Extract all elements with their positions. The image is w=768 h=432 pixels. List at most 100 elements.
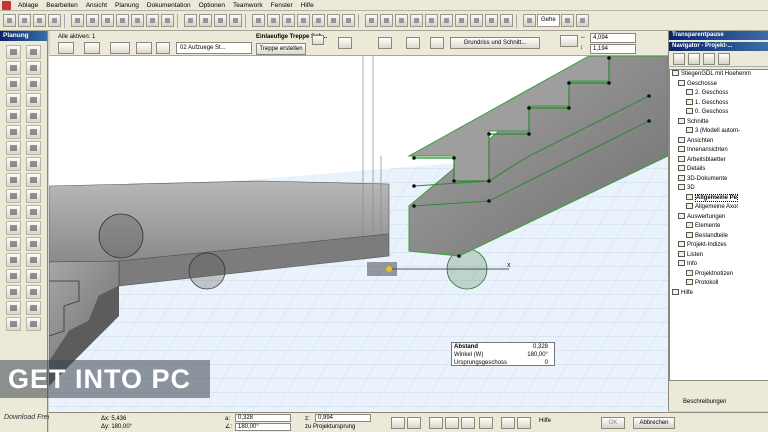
eyedropper-icon[interactable] xyxy=(161,14,174,27)
arrow-tool-icon[interactable] xyxy=(6,45,21,59)
input-mode-button[interactable] xyxy=(501,417,515,429)
view-section-icon[interactable] xyxy=(380,14,393,27)
trace-icon[interactable] xyxy=(523,14,536,27)
tree-item[interactable]: 3 (Modell autom- xyxy=(670,127,768,137)
dimension-field-1[interactable]: 4,094 xyxy=(590,33,636,43)
tracker-value[interactable]: 0,328 xyxy=(514,343,548,351)
figure-tool-icon[interactable] xyxy=(6,269,21,283)
redo-icon[interactable] xyxy=(131,14,144,27)
anchor-button[interactable] xyxy=(560,35,578,47)
tree-item[interactable]: Elemente xyxy=(670,222,768,232)
input-mode-button[interactable] xyxy=(461,417,475,429)
create-stair-button[interactable]: Treppe erstellen xyxy=(256,43,306,55)
marquee-tool-icon[interactable] xyxy=(26,45,41,59)
view-plan-icon[interactable] xyxy=(395,14,408,27)
pencil-icon[interactable] xyxy=(146,14,159,27)
layout-book-icon[interactable] xyxy=(703,52,715,65)
view-option-button[interactable] xyxy=(338,37,352,49)
cancel-button[interactable]: Abbrechen xyxy=(633,417,675,429)
tree-item[interactable]: StiegenGDL mit Hoehenm xyxy=(670,70,768,80)
tree-item-selected[interactable]: Allgemeine Pe xyxy=(670,193,768,204)
plan-section-button[interactable]: Grundriss und Schnitt... xyxy=(450,37,540,49)
stair-settings-button[interactable] xyxy=(136,42,152,54)
input-mode-button[interactable] xyxy=(429,417,443,429)
mesh-tool-icon[interactable] xyxy=(6,141,21,155)
snap-icon[interactable] xyxy=(184,14,197,27)
menu-hilfe[interactable]: Hilfe xyxy=(297,0,318,11)
close-icon[interactable] xyxy=(282,14,295,27)
paste-icon[interactable] xyxy=(101,14,114,27)
copy-icon[interactable] xyxy=(86,14,99,27)
tree-item[interactable]: 1. Geschoss xyxy=(670,98,768,109)
new-icon[interactable] xyxy=(3,14,16,27)
hotspot-tool-icon[interactable] xyxy=(6,253,21,267)
grid-tool-icon[interactable] xyxy=(26,317,41,331)
prev-button[interactable] xyxy=(312,35,324,45)
camera-tool-icon[interactable] xyxy=(26,269,41,283)
zone-tool-icon[interactable] xyxy=(26,141,41,155)
pan-icon[interactable] xyxy=(500,14,513,27)
cancel-x-button[interactable] xyxy=(156,42,170,54)
tracker-value[interactable]: 180,00° xyxy=(514,351,548,359)
tree-item[interactable]: Arbeitsblaetter xyxy=(670,155,768,166)
menu-fenster[interactable]: Fenster xyxy=(267,0,297,11)
elevate-icon[interactable] xyxy=(342,14,355,27)
project-map-icon[interactable] xyxy=(673,52,685,65)
menu-ablage[interactable]: Ablage xyxy=(14,0,42,11)
undo-icon[interactable] xyxy=(116,14,129,27)
input-mode-button[interactable] xyxy=(479,417,493,429)
tree-item[interactable]: Projektnotizen xyxy=(670,269,768,280)
3d-scene[interactable]: x xyxy=(49,56,668,412)
view-map-icon[interactable] xyxy=(688,52,700,65)
tree-item[interactable]: 0. Geschoss xyxy=(670,108,768,118)
print-icon[interactable] xyxy=(48,14,61,27)
navigator-tree[interactable]: StiegenGDL mit Hoehenm Geschosse 2. Gesc… xyxy=(669,69,768,381)
tree-item[interactable]: Details xyxy=(670,165,768,175)
coord-field-angle[interactable]: 180,00° xyxy=(235,423,291,431)
render-icon[interactable] xyxy=(425,14,438,27)
view-option-button[interactable] xyxy=(406,37,420,49)
section-tool-icon[interactable] xyxy=(6,285,21,299)
coord-field-z[interactable]: 0,994 xyxy=(315,414,371,422)
input-mode-button[interactable] xyxy=(517,417,531,429)
menu-teamwork[interactable]: Teamwork xyxy=(229,0,267,11)
tree-item[interactable]: Auswertungen xyxy=(670,212,768,223)
selection-arrow-button[interactable] xyxy=(58,42,74,54)
menu-bearbeiten[interactable]: Bearbeiten xyxy=(42,0,81,11)
input-mode-button[interactable] xyxy=(445,417,459,429)
goto-dropdown[interactable]: Gehe xyxy=(537,14,560,27)
slab-tool-icon[interactable] xyxy=(6,109,21,123)
distribute-icon[interactable] xyxy=(267,14,280,27)
tracker-value[interactable]: 0 xyxy=(514,359,548,367)
tree-item[interactable]: Ansichten xyxy=(670,136,768,147)
open-icon[interactable] xyxy=(18,14,31,27)
tree-item[interactable]: Geschosse xyxy=(670,79,768,90)
descriptions-label[interactable]: Beschreibungen xyxy=(669,395,768,409)
story-dropdown[interactable]: 02 Aufzuege St... xyxy=(176,42,252,54)
guide-icon[interactable] xyxy=(199,14,212,27)
detail-tool-icon[interactable] xyxy=(6,301,21,315)
tree-item[interactable]: Protokoll xyxy=(670,279,768,289)
constraint-button[interactable] xyxy=(407,417,421,429)
coord-field-a[interactable]: 0,328 xyxy=(235,414,291,422)
spline-tool-icon[interactable] xyxy=(26,237,41,251)
cut-icon[interactable] xyxy=(71,14,84,27)
publisher-icon[interactable] xyxy=(718,52,730,65)
zoom-out-icon[interactable] xyxy=(455,14,468,27)
label-tool-icon[interactable] xyxy=(26,189,41,203)
align-icon[interactable] xyxy=(252,14,265,27)
tree-item[interactable]: 2. Geschoss xyxy=(670,89,768,99)
wall-tool-icon[interactable] xyxy=(6,61,21,75)
grid-icon[interactable] xyxy=(214,14,227,27)
view-option-button[interactable] xyxy=(378,37,392,49)
layout-icon[interactable] xyxy=(560,14,574,27)
settings-button[interactable] xyxy=(84,42,100,54)
view-3d-icon[interactable] xyxy=(365,14,378,27)
roof-tool-icon[interactable] xyxy=(26,109,41,123)
object-tool-icon[interactable] xyxy=(26,93,41,107)
menu-ansicht[interactable]: Ansicht xyxy=(82,0,111,11)
tree-item[interactable]: Info xyxy=(670,260,768,270)
elevation-tool-icon[interactable] xyxy=(26,285,41,299)
tree-item[interactable]: Schnitte xyxy=(670,117,768,128)
dimension-field-2[interactable]: 1,194 xyxy=(590,44,636,54)
